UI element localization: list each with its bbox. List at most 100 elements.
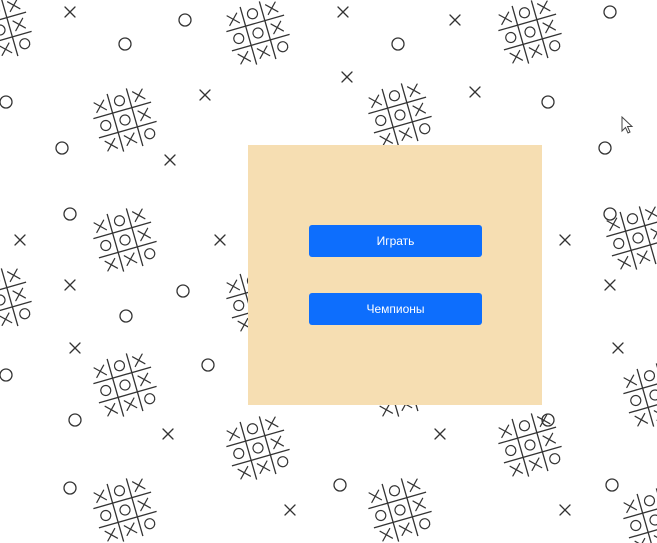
board-cross-mark — [528, 457, 543, 472]
circle-icon — [391, 37, 405, 51]
board-circle-mark — [419, 123, 431, 135]
board-cross-mark — [137, 497, 152, 512]
board-circle-mark — [100, 509, 112, 522]
cross-icon — [69, 342, 81, 354]
game-screen: Играть Чемпионы — [0, 0, 657, 543]
board-cross-mark — [509, 49, 524, 64]
cross-icon — [559, 504, 571, 516]
cross-icon — [604, 279, 616, 291]
board-circle-mark — [233, 299, 245, 312]
tic-tac-toe-board-icon — [368, 478, 432, 542]
board-cross-mark — [528, 44, 543, 59]
board-circle-mark — [613, 237, 625, 250]
board-cross-mark — [123, 397, 138, 412]
board-circle-mark — [0, 275, 1, 287]
cross-icon — [164, 154, 176, 166]
board-cross-mark — [264, 416, 279, 431]
board-circle-mark — [113, 485, 126, 497]
circle-icon — [605, 478, 619, 492]
board-cross-mark — [536, 0, 551, 15]
board-cross-mark — [398, 127, 413, 142]
circle-icon — [603, 207, 617, 221]
board-cross-mark — [379, 527, 394, 542]
board-circle-mark — [375, 114, 387, 127]
board-cross-mark — [0, 312, 13, 327]
tic-tac-toe-board-icon — [498, 0, 562, 64]
board-cross-mark — [498, 11, 513, 26]
tic-tac-toe-board-icon — [623, 363, 657, 427]
board-cross-mark — [368, 94, 383, 109]
cross-icon — [434, 428, 446, 440]
board-cross-mark — [379, 402, 394, 417]
board-circle-mark — [643, 370, 656, 382]
board-cross-mark — [12, 287, 27, 302]
board-cross-mark — [270, 20, 285, 35]
board-circle-mark — [277, 41, 289, 53]
board-circle-mark — [113, 215, 126, 227]
board-circle-mark — [524, 26, 536, 38]
board-circle-mark — [113, 95, 126, 107]
tic-tac-toe-board-icon — [606, 206, 657, 270]
circle-icon — [0, 95, 13, 109]
champions-button[interactable]: Чемпионы — [309, 293, 482, 325]
cross-icon — [162, 428, 174, 440]
board-cross-mark — [6, 0, 21, 13]
board-circle-mark — [394, 504, 406, 516]
board-cross-mark — [406, 83, 421, 98]
board-cross-mark — [398, 522, 413, 537]
board-cross-mark — [104, 402, 119, 417]
tic-tac-toe-board-icon — [0, 0, 32, 57]
board-cross-mark — [634, 412, 649, 427]
board-cross-mark — [264, 1, 279, 16]
board-cross-mark — [623, 374, 638, 389]
board-cross-mark — [137, 372, 152, 387]
main-menu-panel: Играть Чемпионы — [248, 145, 542, 405]
board-circle-mark — [144, 518, 156, 530]
board-circle-mark — [119, 234, 131, 246]
board-circle-mark — [233, 32, 245, 45]
board-cross-mark — [93, 489, 108, 504]
tic-tac-toe-board-icon — [498, 413, 562, 477]
board-cross-mark — [123, 522, 138, 537]
play-button[interactable]: Играть — [309, 225, 482, 257]
board-cross-mark — [104, 137, 119, 152]
board-cross-mark — [93, 219, 108, 234]
board-circle-mark — [113, 360, 126, 372]
board-cross-mark — [542, 432, 557, 447]
board-circle-mark — [375, 509, 387, 522]
board-cross-mark — [226, 12, 241, 27]
tic-tac-toe-board-icon — [0, 268, 32, 327]
board-cross-mark — [650, 225, 657, 240]
board-circle-mark — [549, 453, 561, 465]
board-cross-mark — [270, 435, 285, 450]
board-circle-mark — [549, 40, 561, 52]
board-circle-mark — [252, 27, 264, 39]
board-cross-mark — [104, 527, 119, 542]
circle-icon — [63, 207, 77, 221]
board-circle-mark — [505, 444, 517, 457]
board-cross-mark — [226, 279, 241, 294]
board-cross-mark — [237, 50, 252, 65]
board-circle-mark — [246, 423, 259, 435]
circle-icon — [541, 95, 555, 109]
cross-icon — [449, 14, 461, 26]
board-cross-mark — [623, 499, 638, 514]
board-circle-mark — [246, 8, 259, 20]
tic-tac-toe-board-icon — [93, 88, 157, 152]
board-circle-mark — [388, 90, 401, 102]
tic-tac-toe-board-icon — [226, 1, 290, 65]
board-circle-mark — [100, 384, 112, 397]
board-circle-mark — [505, 31, 517, 44]
circle-icon — [55, 141, 69, 155]
board-cross-mark — [256, 460, 271, 475]
board-cross-mark — [644, 206, 657, 221]
board-cross-mark — [412, 102, 427, 117]
board-circle-mark — [632, 232, 644, 244]
board-cross-mark — [123, 132, 138, 147]
board-circle-mark — [0, 294, 6, 306]
cross-icon — [199, 89, 211, 101]
cross-icon — [284, 504, 296, 516]
cross-icon — [469, 86, 481, 98]
tic-tac-toe-board-icon — [93, 208, 157, 272]
board-circle-mark — [649, 389, 657, 401]
